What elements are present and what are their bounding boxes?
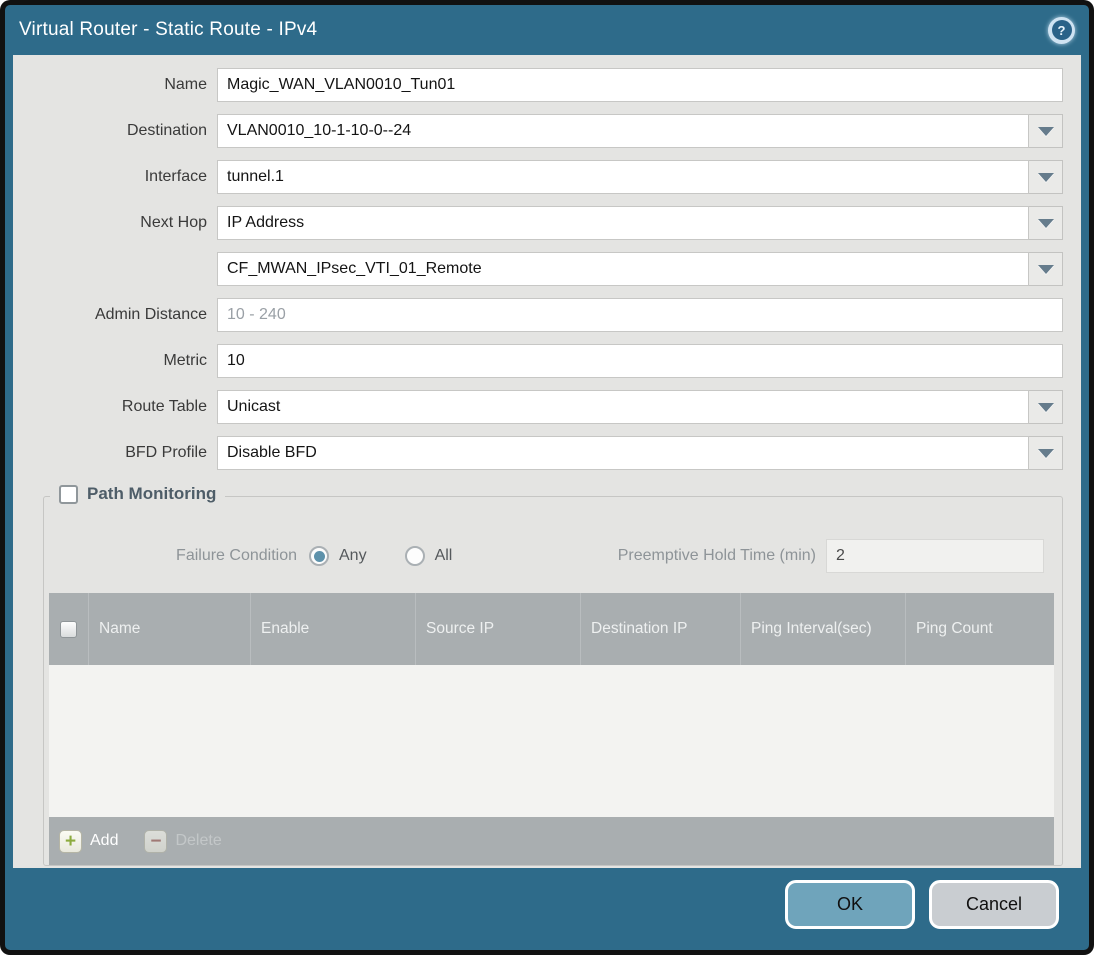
delete-button-label: Delete (175, 832, 222, 849)
select-all-column-header (49, 593, 89, 665)
add-button[interactable]: + Add (59, 829, 119, 853)
radio-selected-icon (309, 546, 329, 566)
next-hop-type-input[interactable] (217, 206, 1029, 240)
bfd-profile-input[interactable] (217, 436, 1029, 470)
failure-condition-any-radio[interactable]: Any (309, 546, 367, 566)
dialog-content: Name Destination Interface (13, 55, 1081, 868)
path-monitoring-checkbox[interactable] (59, 484, 78, 504)
interface-dropdown-button[interactable] (1029, 160, 1063, 194)
path-monitoring-legend: Path Monitoring (50, 484, 226, 504)
bfd-profile-row: BFD Profile (27, 436, 1063, 470)
ok-button[interactable]: OK (785, 880, 915, 929)
admin-distance-row: Admin Distance (27, 298, 1063, 332)
path-monitoring-table-toolbar: + Add − Delete (49, 817, 1054, 865)
next-hop-label: Next Hop (140, 214, 207, 231)
path-monitoring-title: Path Monitoring (87, 484, 217, 503)
route-table-dropdown-button[interactable] (1029, 390, 1063, 424)
bfd-profile-label: BFD Profile (125, 444, 207, 461)
minus-icon: − (144, 829, 168, 853)
failure-condition-label: Failure Condition (176, 547, 297, 564)
add-button-label: Add (90, 832, 119, 849)
help-button[interactable]: ? (1048, 16, 1075, 44)
column-header-enable: Enable (251, 593, 416, 665)
dialog-titlebar: Virtual Router - Static Route - IPv4 ? (5, 5, 1089, 55)
interface-input[interactable] (217, 160, 1029, 194)
metric-label: Metric (163, 352, 207, 369)
chevron-down-icon (1037, 264, 1054, 274)
preemptive-hold-time-label: Preemptive Hold Time (min) (617, 547, 816, 564)
interface-row: Interface (27, 160, 1063, 194)
next-hop-address-dropdown-button[interactable] (1029, 252, 1063, 286)
route-table-input[interactable] (217, 390, 1029, 424)
name-input[interactable] (217, 68, 1063, 102)
failure-condition-all-radio[interactable]: All (404, 546, 453, 566)
dialog-title: Virtual Router - Static Route - IPv4 (19, 19, 318, 40)
chevron-down-icon (1037, 172, 1054, 182)
bfd-profile-dropdown-button[interactable] (1029, 436, 1063, 470)
admin-distance-label: Admin Distance (94, 306, 207, 323)
screenshot-frame: Virtual Router - Static Route - IPv4 ? N… (0, 0, 1094, 955)
destination-row: Destination (27, 114, 1063, 148)
metric-row: Metric (27, 344, 1063, 378)
plus-icon: + (59, 829, 82, 853)
chevron-down-icon (1037, 402, 1054, 412)
path-monitoring-table-body (49, 665, 1054, 817)
cancel-button[interactable]: Cancel (929, 880, 1059, 929)
destination-input[interactable] (217, 114, 1029, 148)
select-all-checkbox[interactable] (60, 620, 77, 638)
column-header-destination-ip: Destination IP (581, 593, 741, 665)
path-monitoring-group: Path Monitoring Failure Condition Any Al… (43, 484, 1063, 866)
column-header-ping-interval: Ping Interval(sec) (741, 593, 906, 665)
dialog-footer: OK Cancel (5, 868, 1089, 950)
chevron-down-icon (1037, 218, 1054, 228)
failure-condition-row: Failure Condition Any All Preemptive Hol… (49, 539, 1044, 573)
column-header-source-ip: Source IP (416, 593, 581, 665)
next-hop-address-row (27, 252, 1063, 286)
path-monitoring-table-header: Name Enable Source IP Destination IP Pin… (49, 593, 1054, 665)
chevron-down-icon (1037, 126, 1054, 136)
radio-unselected-icon (404, 546, 425, 566)
name-row: Name (27, 68, 1063, 102)
failure-condition-all-label: All (434, 547, 453, 564)
chevron-down-icon (1037, 448, 1054, 458)
column-header-ping-count: Ping Count (916, 619, 993, 637)
question-mark-icon: ? (1051, 20, 1072, 40)
route-table-label: Route Table (121, 398, 207, 415)
column-header-name: Name (89, 593, 251, 665)
next-hop-type-dropdown-button[interactable] (1029, 206, 1063, 240)
next-hop-address-input[interactable] (217, 252, 1029, 286)
destination-label: Destination (126, 122, 207, 139)
interface-label: Interface (144, 168, 207, 185)
metric-input[interactable] (217, 344, 1063, 378)
admin-distance-input[interactable] (217, 298, 1063, 332)
delete-button[interactable]: − Delete (144, 829, 222, 853)
route-table-row: Route Table (27, 390, 1063, 424)
next-hop-row: Next Hop (27, 206, 1063, 240)
destination-dropdown-button[interactable] (1029, 114, 1063, 148)
static-route-dialog: Virtual Router - Static Route - IPv4 ? N… (5, 5, 1089, 950)
name-label: Name (164, 76, 207, 93)
preemptive-hold-time-input[interactable] (826, 539, 1044, 573)
failure-condition-any-label: Any (339, 547, 367, 564)
path-monitoring-table: Name Enable Source IP Destination IP Pin… (49, 593, 1054, 865)
